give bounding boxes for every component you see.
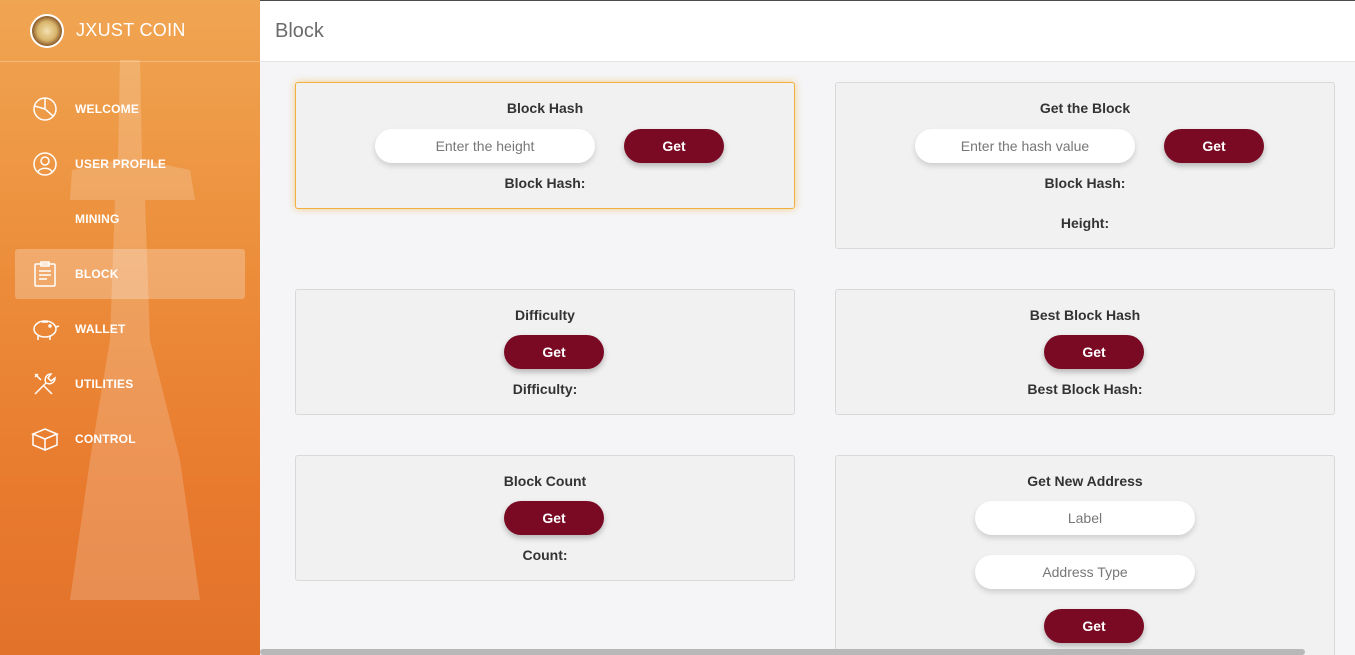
label-input[interactable] bbox=[975, 501, 1195, 535]
best-block-hash-result-label: Best Block Hash: bbox=[1027, 381, 1143, 397]
get-block-card: Get the Block Get Block Hash: Height: bbox=[835, 82, 1335, 249]
get-block-height-result-label: Height: bbox=[1060, 215, 1110, 231]
get-block-hash-result-label: Block Hash: bbox=[1044, 175, 1126, 191]
sidebar-item-utilities[interactable]: UTILITIES bbox=[15, 359, 245, 409]
brand-logo bbox=[30, 13, 64, 48]
get-block-hash-button[interactable]: Get bbox=[624, 129, 724, 163]
sidebar-item-block[interactable]: BLOCK bbox=[15, 249, 245, 299]
sidebar-item-welcome[interactable]: WELCOME bbox=[15, 84, 245, 134]
sidebar-item-control[interactable]: CONTROL bbox=[15, 414, 245, 464]
height-input[interactable] bbox=[375, 129, 595, 163]
address-type-input[interactable] bbox=[975, 555, 1195, 589]
card-title: Block Hash bbox=[506, 100, 584, 116]
card-title: Get the Block bbox=[1039, 100, 1131, 116]
brand-name: JXUST COIN bbox=[76, 20, 186, 40]
difficulty-result-label: Difficulty: bbox=[512, 381, 578, 397]
sidebar-item-label: USER PROFILE bbox=[75, 157, 167, 171]
top-bar: Block bbox=[260, 0, 1355, 62]
piggy-bank-icon bbox=[30, 314, 60, 344]
get-difficulty-button[interactable]: Get bbox=[504, 335, 604, 369]
block-count-card: Block Count Get Count: bbox=[295, 455, 795, 581]
card-title: Block Count bbox=[503, 473, 587, 489]
sidebar-item-label: MINING bbox=[75, 212, 120, 226]
brand-header[interactable]: JXUST COIN bbox=[0, 0, 260, 62]
clipboard-icon bbox=[30, 259, 60, 289]
sidebar-item-user-profile[interactable]: USER PROFILE bbox=[15, 139, 245, 189]
card-title: Best Block Hash bbox=[1029, 307, 1141, 323]
sidebar-item-label: WELCOME bbox=[75, 102, 140, 116]
card-title: Get New Address bbox=[1027, 473, 1143, 489]
new-address-card: Get New Address Get bbox=[835, 455, 1335, 655]
get-block-count-button[interactable]: Get bbox=[504, 501, 604, 535]
sidebar-item-label: CONTROL bbox=[75, 432, 136, 446]
block-count-result-label: Count: bbox=[522, 547, 568, 563]
sidebar-item-mining[interactable]: MINING bbox=[15, 194, 245, 244]
user-icon bbox=[30, 149, 60, 179]
sidebar-item-wallet[interactable]: WALLET bbox=[15, 304, 245, 354]
get-block-button[interactable]: Get bbox=[1164, 129, 1264, 163]
block-hash-result-label: Block Hash: bbox=[504, 175, 586, 191]
hash-value-input[interactable] bbox=[915, 129, 1135, 163]
card-title: Difficulty bbox=[515, 307, 575, 323]
pie-chart-icon bbox=[30, 94, 60, 124]
sidebar-item-label: BLOCK bbox=[75, 267, 119, 281]
best-block-hash-card: Best Block Hash Get Best Block Hash: bbox=[835, 289, 1335, 415]
difficulty-card: Difficulty Get Difficulty: bbox=[295, 289, 795, 415]
get-best-block-hash-button[interactable]: Get bbox=[1044, 335, 1144, 369]
block-hash-card: Block Hash Get Block Hash: bbox=[295, 82, 795, 209]
cube-icon bbox=[30, 424, 60, 454]
sidebar-nav: WELCOME USER PROFILE MINING BLOCK WALLET… bbox=[15, 84, 245, 469]
horizontal-scrollbar[interactable] bbox=[260, 649, 1305, 655]
tools-icon bbox=[30, 369, 60, 399]
sidebar-item-label: UTILITIES bbox=[75, 377, 134, 391]
sidebar: JXUST COIN WELCOME USER PROFILE MINING B… bbox=[0, 0, 260, 655]
get-new-address-button[interactable]: Get bbox=[1044, 609, 1144, 643]
page-title: Block bbox=[275, 20, 324, 42]
sidebar-item-label: WALLET bbox=[75, 322, 126, 336]
